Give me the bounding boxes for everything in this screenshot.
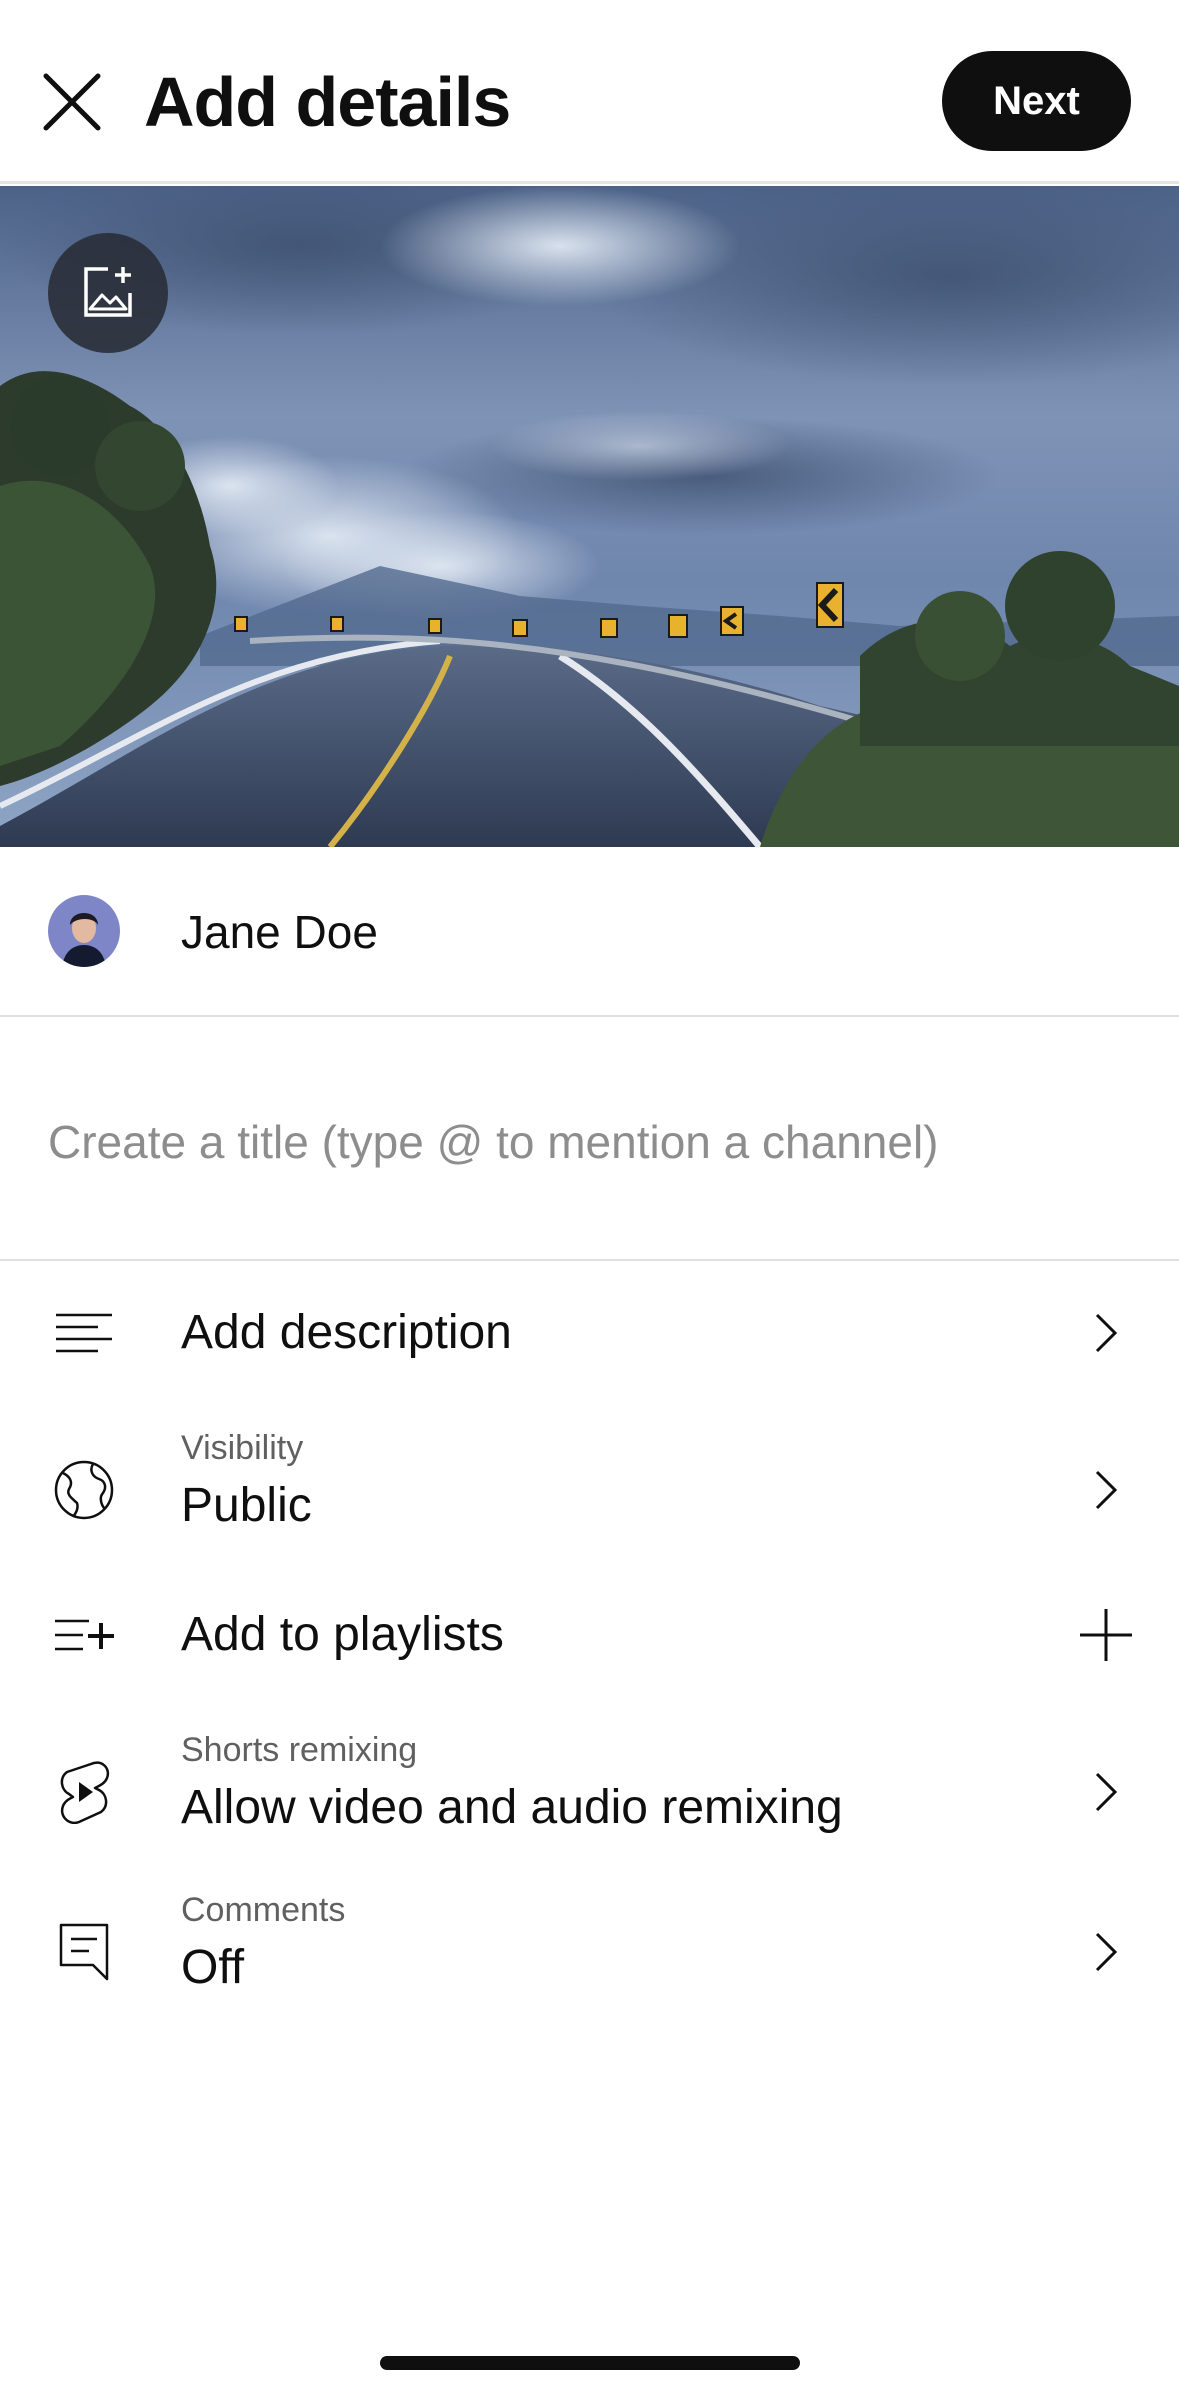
avatar: [48, 895, 120, 967]
visibility-row[interactable]: Visibility Public: [0, 1420, 1179, 1560]
title-field: [0, 1017, 1179, 1261]
add-to-playlists-row[interactable]: Add to playlists: [0, 1580, 1179, 1690]
channel-row: Jane Doe: [0, 847, 1179, 1017]
header: Add details Next: [0, 0, 1179, 184]
home-indicator: [380, 2356, 800, 2370]
comment-icon: [48, 1916, 120, 1988]
chevron-right-icon: [1070, 1297, 1142, 1369]
add-description-row[interactable]: Add description: [0, 1270, 1179, 1396]
thumbnail-image: [0, 186, 1179, 847]
visibility-value: Public: [181, 1479, 312, 1532]
add-photo-icon: [84, 267, 132, 317]
page-title: Add details: [144, 63, 511, 141]
remixing-label: Shorts remixing: [181, 1731, 418, 1769]
close-icon: [43, 73, 101, 131]
description-label: Add description: [181, 1306, 512, 1359]
comments-row[interactable]: Comments Off: [0, 1882, 1179, 2022]
add-details-screen: Add details Next Jane Doe Create a title…: [0, 0, 1179, 2396]
video-thumbnail[interactable]: [0, 186, 1179, 847]
channel-name: Jane Doe: [181, 906, 378, 958]
description-icon: [48, 1297, 120, 1369]
comments-label: Comments: [181, 1891, 346, 1929]
playlists-label: Add to playlists: [181, 1608, 504, 1661]
chevron-right-icon: [1070, 1454, 1142, 1526]
globe-icon: [48, 1454, 120, 1526]
chevron-right-icon: [1070, 1916, 1142, 1988]
avatar-image: [48, 895, 120, 967]
remixing-value: Allow video and audio remixing: [181, 1781, 843, 1834]
comments-value: Off: [181, 1941, 245, 1994]
visibility-label: Visibility: [181, 1429, 304, 1467]
next-button[interactable]: Next: [942, 51, 1131, 151]
playlist-add-icon: [48, 1599, 120, 1671]
change-thumbnail-button[interactable]: [48, 233, 168, 353]
title-input[interactable]: [48, 1107, 1138, 1177]
plus-icon[interactable]: [1070, 1599, 1142, 1671]
close-button[interactable]: [36, 66, 108, 138]
chevron-right-icon: [1070, 1756, 1142, 1828]
shorts-icon: [48, 1756, 120, 1828]
shorts-remixing-row[interactable]: Shorts remixing Allow video and audio re…: [0, 1722, 1179, 1862]
